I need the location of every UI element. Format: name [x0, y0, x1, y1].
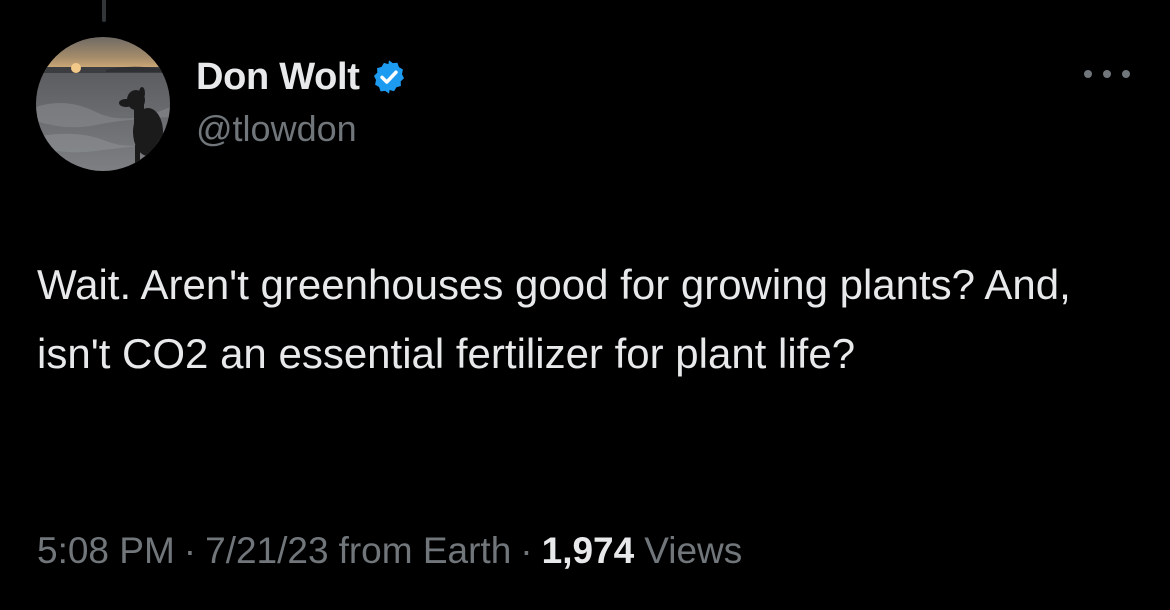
tweet-source: from Earth: [338, 530, 512, 571]
avatar-photo: [36, 37, 170, 171]
meta-separator: ·: [183, 530, 197, 571]
display-name[interactable]: Don Wolt: [196, 56, 360, 99]
verified-badge-icon[interactable]: [370, 58, 408, 96]
tweet-date[interactable]: 7/21/23: [205, 530, 328, 572]
tweet-time[interactable]: 5:08 PM: [37, 530, 175, 572]
views-label: Views: [644, 530, 743, 571]
more-dot: [1103, 70, 1111, 78]
tweet-metadata: 5:08 PM · 7/21/23 from Earth · 1,974 Vie…: [37, 530, 742, 572]
thread-connector-line: [102, 0, 106, 22]
avatar[interactable]: [36, 37, 170, 171]
more-horizontal-icon[interactable]: [1084, 64, 1130, 84]
views-count[interactable]: 1,974: [542, 530, 635, 572]
author-name-row[interactable]: Don Wolt: [196, 54, 408, 100]
author-handle[interactable]: @tlowdon: [196, 108, 357, 150]
tweet-text: Wait. Aren't greenhouses good for growin…: [37, 261, 1071, 377]
more-dot: [1084, 70, 1092, 78]
more-dot: [1122, 70, 1130, 78]
meta-separator: ·: [520, 530, 533, 571]
